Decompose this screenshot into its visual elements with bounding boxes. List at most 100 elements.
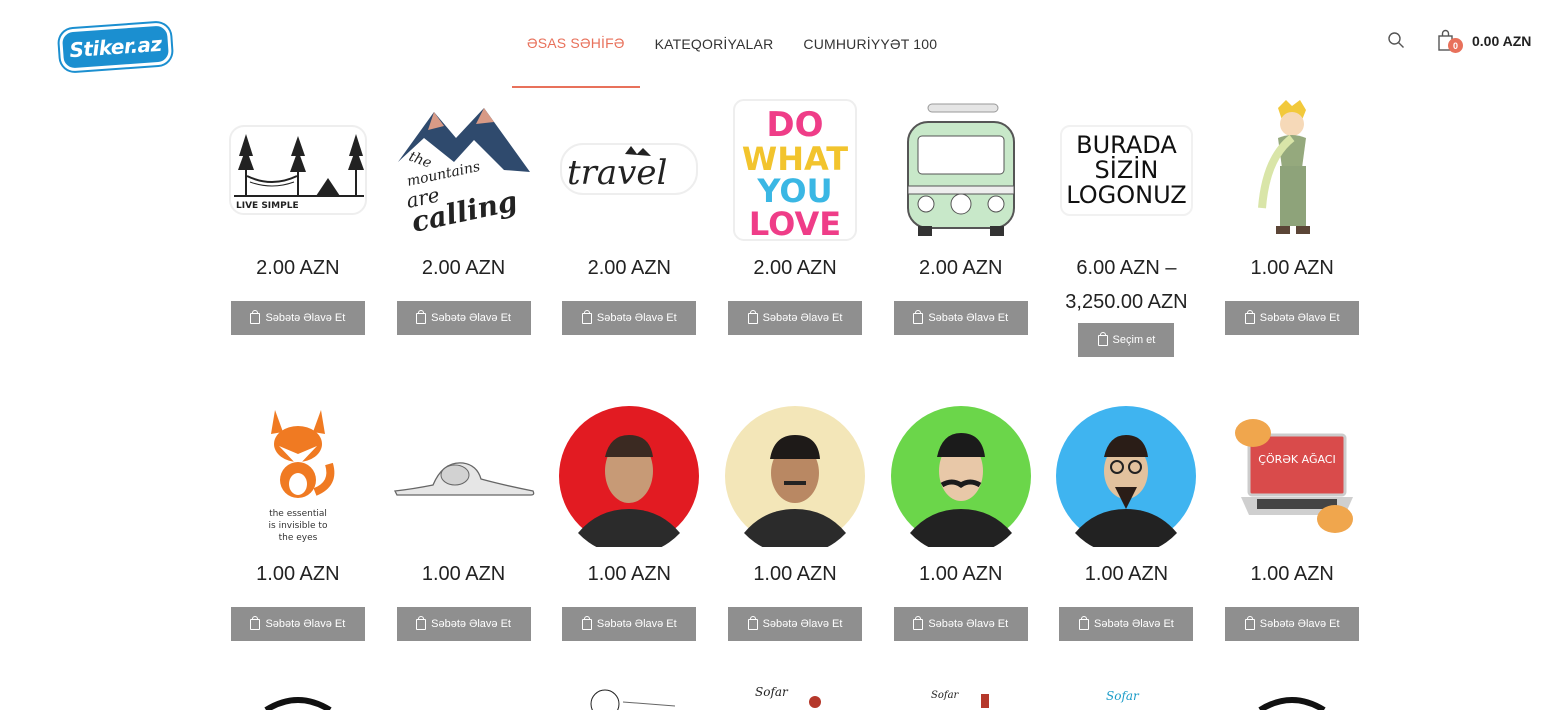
button-label: Seçim et bbox=[1112, 334, 1156, 346]
product-price: 1.00 AZN bbox=[1084, 563, 1169, 585]
bag-icon bbox=[416, 615, 427, 630]
cart-total[interactable]: 0.00 AZN bbox=[1472, 33, 1531, 49]
product-image[interactable] bbox=[890, 401, 1032, 551]
button-label: Səbətə Əlavə Et bbox=[928, 312, 1009, 324]
corek-agaci-image: ÇÖRƏK AĞACI bbox=[1235, 419, 1354, 533]
add-to-cart-button[interactable]: Səbətə Əlavə Et bbox=[728, 607, 863, 641]
button-label: Səbətə Əlavə Et bbox=[928, 618, 1009, 630]
button-label: Səbətə Əlavə Et bbox=[265, 618, 346, 630]
logo-text-line: LOGONUZ bbox=[1066, 180, 1187, 209]
add-to-cart-button[interactable]: Səbətə Əlavə Et bbox=[1225, 301, 1360, 335]
fox-text-line: is invisible to bbox=[268, 521, 327, 531]
product-image[interactable]: LIVE SIMPLE bbox=[227, 95, 369, 245]
live-simple-text: LIVE SIMPLE bbox=[236, 201, 299, 211]
product-image[interactable] bbox=[258, 680, 338, 710]
add-to-cart-button[interactable]: Səbətə Əlavə Et bbox=[230, 301, 365, 335]
button-label: Səbətə Əlavə Et bbox=[1259, 618, 1340, 630]
travel-text: travel bbox=[567, 153, 667, 193]
product-image[interactable] bbox=[1221, 95, 1363, 245]
product-image[interactable] bbox=[558, 401, 700, 551]
button-label: Səbətə Əlavə Et bbox=[1094, 618, 1174, 630]
product-card: 1.00 AZN Səbətə Əlavə Et bbox=[546, 401, 712, 707]
sofar-text: Sofar bbox=[931, 690, 960, 701]
fox-text-line: the eyes bbox=[278, 533, 317, 543]
add-to-cart-button[interactable]: Səbətə Əlavə Et bbox=[562, 301, 697, 335]
site-logo[interactable]: Stiker.az bbox=[58, 22, 173, 72]
sofar-text: Sofar bbox=[755, 685, 789, 699]
product-grid: LIVE SIMPLE 2.00 AZN Səbətə Əlavə Et the… bbox=[215, 95, 1375, 707]
product-card bbox=[215, 680, 381, 710]
mountains-image: the mountains are calling bbox=[397, 108, 530, 239]
product-image[interactable] bbox=[890, 95, 1032, 245]
product-image[interactable]: DO WHAT YOU LOVE bbox=[724, 95, 866, 245]
product-image[interactable]: Sofar bbox=[745, 680, 845, 710]
add-to-cart-button[interactable]: Səbətə Əlavə Et bbox=[1059, 607, 1194, 641]
bag-icon bbox=[250, 615, 261, 630]
art-do: DO bbox=[766, 105, 823, 145]
product-row: LIVE SIMPLE 2.00 AZN Səbətə Əlavə Et the… bbox=[215, 95, 1375, 401]
button-label: Səbətə Əlavə Et bbox=[596, 312, 677, 324]
sofar-text: Sofar bbox=[1106, 689, 1140, 703]
bag-icon bbox=[747, 309, 758, 324]
button-label: Səbətə Əlavə Et bbox=[431, 618, 511, 630]
nav-home[interactable]: ƏSAS SƏHİFƏ bbox=[512, 0, 640, 88]
product-image[interactable]: travel bbox=[558, 95, 700, 245]
button-label: Səbətə Əlavə Et bbox=[1259, 312, 1340, 324]
product-card: 1.00 AZN Səbətə Əlavə Et bbox=[1209, 95, 1375, 401]
search-icon[interactable] bbox=[1387, 31, 1405, 49]
product-image[interactable]: Sofar bbox=[1076, 680, 1176, 710]
product-card: Sofar bbox=[1044, 680, 1210, 710]
product-image[interactable]: Sofar bbox=[911, 680, 1011, 710]
product-price: 2.00 AZN bbox=[753, 257, 837, 279]
product-price: 1.00 AZN bbox=[919, 563, 1003, 585]
product-price: 2.00 AZN bbox=[919, 257, 1003, 279]
add-to-cart-button[interactable]: Səbətə Əlavə Et bbox=[1225, 607, 1360, 641]
fox-text-line: the essential bbox=[269, 509, 327, 519]
product-card bbox=[546, 680, 712, 710]
product-card: 1.00 AZN Səbətə Əlavə Et bbox=[878, 401, 1044, 707]
do-what-you-love-image: DO WHAT YOU LOVE bbox=[733, 99, 858, 242]
add-to-cart-button[interactable]: Səbətə Əlavə Et bbox=[728, 301, 863, 335]
product-image[interactable] bbox=[393, 401, 535, 551]
product-price: 1.00 AZN bbox=[1250, 257, 1334, 279]
product-card: Sofar bbox=[878, 680, 1044, 710]
product-image[interactable] bbox=[1055, 401, 1197, 551]
button-label: Səbətə Əlavə Et bbox=[596, 618, 677, 630]
cart-count-badge: 0 bbox=[1448, 38, 1463, 53]
logo-text-line: BURADA bbox=[1076, 130, 1177, 159]
product-card: the mountains are calling 2.00 AZN Səbət… bbox=[381, 95, 547, 401]
art-love: LOVE bbox=[749, 205, 841, 242]
site-header: Stiker.az ƏSAS SƏHİFƏ KATEQORİYALAR CUMH… bbox=[0, 0, 1551, 90]
product-image[interactable] bbox=[579, 680, 679, 710]
product-image[interactable] bbox=[1252, 680, 1332, 710]
nav-republic-100[interactable]: CUMHURİYYƏT 100 bbox=[788, 0, 952, 88]
add-to-cart-button[interactable]: Səbətə Əlavə Et bbox=[893, 301, 1028, 335]
bag-icon bbox=[913, 309, 924, 324]
bag-icon bbox=[1244, 309, 1255, 324]
portrait-red-image bbox=[559, 406, 700, 547]
add-to-cart-button[interactable]: Səbətə Əlavə Et bbox=[396, 607, 531, 641]
product-card bbox=[381, 680, 547, 710]
product-image[interactable] bbox=[724, 401, 866, 551]
product-price: 1.00 AZN bbox=[587, 563, 671, 585]
product-price: 2.00 AZN bbox=[587, 257, 671, 279]
van-image bbox=[906, 103, 1015, 236]
product-card: the essential is invisible to the eyes 1… bbox=[215, 401, 381, 707]
portrait-cream-image bbox=[725, 406, 866, 547]
product-price: 2.00 AZN bbox=[421, 257, 506, 279]
add-to-cart-button[interactable]: Səbətə Əlavə Et bbox=[230, 607, 365, 641]
portrait-blue-image bbox=[1056, 406, 1197, 547]
nav-categories[interactable]: KATEQORİYALAR bbox=[640, 0, 789, 88]
product-image[interactable]: ÇÖRƏK AĞACI bbox=[1221, 401, 1363, 551]
button-label: Səbətə Əlavə Et bbox=[762, 618, 843, 630]
add-to-cart-button[interactable]: Səbətə Əlavə Et bbox=[396, 301, 531, 335]
select-options-button[interactable]: Seçim et bbox=[1078, 323, 1175, 357]
add-to-cart-button[interactable]: Səbətə Əlavə Et bbox=[562, 607, 697, 641]
product-row-partial: Sofar Sofar Sofar bbox=[215, 680, 1375, 710]
product-image[interactable]: the mountains are calling bbox=[393, 95, 535, 245]
product-image[interactable]: BURADA SİZİN LOGONUZ bbox=[1055, 95, 1197, 245]
product-card: BURADA SİZİN LOGONUZ 6.00 AZN – 3,250.00… bbox=[1044, 95, 1210, 401]
add-to-cart-button[interactable]: Səbətə Əlavə Et bbox=[893, 607, 1028, 641]
product-image[interactable]: the essential is invisible to the eyes bbox=[227, 401, 369, 551]
bag-icon bbox=[1097, 331, 1108, 346]
